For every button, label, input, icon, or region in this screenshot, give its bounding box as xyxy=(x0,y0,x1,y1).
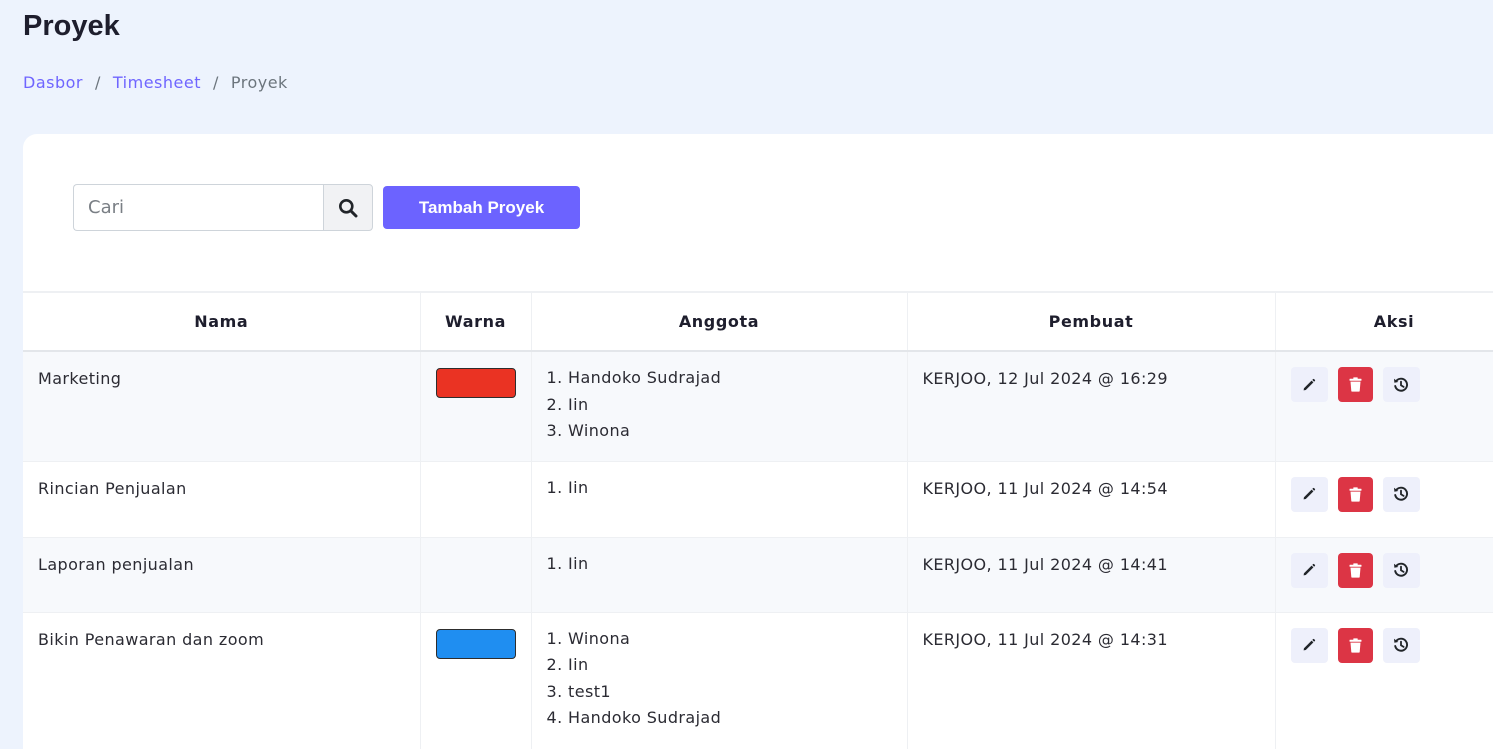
member-item: 2. Iin xyxy=(546,394,589,414)
action-group xyxy=(1290,476,1493,512)
project-members: 1. Iin xyxy=(531,461,908,538)
table-row: Marketing 1. Handoko Sudrajad 2. Iin 3. Win… xyxy=(23,351,1493,462)
project-color-cell xyxy=(420,612,532,749)
project-name: Rincian Penjualan xyxy=(23,461,421,538)
member-list: 1. Iin xyxy=(547,475,892,502)
project-actions xyxy=(1275,461,1493,538)
member-list: 1. Handoko Sudrajad 2. Iin 3. Winona xyxy=(547,365,892,445)
breadcrumb-separator: / xyxy=(94,73,101,92)
action-group xyxy=(1290,627,1493,663)
breadcrumb-current: Proyek xyxy=(230,73,288,92)
trash-icon xyxy=(1349,377,1361,392)
action-group xyxy=(1290,552,1493,588)
edit-button[interactable] xyxy=(1290,627,1328,663)
delete-button[interactable] xyxy=(1337,367,1373,402)
column-header-nama: Nama xyxy=(23,291,421,352)
member-item: 4. Handoko Sudrajad xyxy=(546,708,722,727)
table-row: Rincian Penjualan 1. Iin KERJOO, 11 Jul 20… xyxy=(23,461,1493,538)
toolbar: Tambah Proyek xyxy=(73,184,580,231)
project-actions xyxy=(1275,537,1493,613)
project-actions xyxy=(1275,612,1493,749)
action-group xyxy=(1290,367,1493,402)
search-input[interactable] xyxy=(73,184,323,231)
project-creator: KERJOO, 12 Jul 2024 @ 16:29 xyxy=(907,351,1276,462)
column-header-anggota: Anggota xyxy=(531,291,908,352)
project-creator: KERJOO, 11 Jul 2024 @ 14:54 xyxy=(907,461,1276,538)
breadcrumb: Dasbor / Timesheet / Proyek xyxy=(23,73,288,92)
pencil-icon xyxy=(1303,487,1316,500)
member-item: 3. test1 xyxy=(546,681,611,701)
trash-icon xyxy=(1349,486,1361,502)
history-icon xyxy=(1394,637,1408,652)
breadcrumb-timesheet[interactable]: Timesheet xyxy=(113,73,201,92)
project-name: Laporan penjualan xyxy=(23,537,421,613)
member-item: 2. Iin xyxy=(546,655,589,674)
trash-icon xyxy=(1349,637,1361,653)
project-color-cell xyxy=(420,461,532,538)
project-name: Bikin Penawaran dan zoom xyxy=(23,612,421,749)
project-color-cell xyxy=(420,351,532,462)
member-item: 1. Iin xyxy=(546,553,589,573)
table-header-row: Nama Warna Anggota Pembuat Aksi xyxy=(23,291,1493,352)
pencil-icon xyxy=(1303,378,1316,390)
project-creator: KERJOO, 11 Jul 2024 @ 14:41 xyxy=(907,537,1276,613)
history-button[interactable] xyxy=(1382,552,1420,588)
table-row: Laporan penjualan 1. Iin KERJOO, 11 Jul 20… xyxy=(23,537,1493,613)
color-swatch xyxy=(435,628,516,659)
pencil-icon xyxy=(1303,638,1316,651)
project-name: Marketing xyxy=(23,351,421,462)
table-row: Bikin Penawaran dan zoom 1. Winona 2. Iin 3… xyxy=(23,612,1493,749)
edit-button[interactable] xyxy=(1290,476,1328,512)
history-icon xyxy=(1394,562,1408,577)
edit-button[interactable] xyxy=(1290,552,1328,588)
search-icon xyxy=(339,198,358,217)
project-card: Tambah Proyek Nama Warna Anggota Pembuat… xyxy=(23,134,1493,749)
search-group xyxy=(73,184,373,231)
column-header-warna: Warna xyxy=(420,291,532,352)
breadcrumb-dasbor[interactable]: Dasbor xyxy=(23,73,83,92)
member-item: 1. Handoko Sudrajad xyxy=(546,368,722,387)
project-color-cell xyxy=(420,537,532,613)
project-members: 1. Handoko Sudrajad 2. Iin 3. Winona xyxy=(531,351,908,462)
column-header-pembuat: Pembuat xyxy=(907,291,1276,352)
delete-button[interactable] xyxy=(1337,627,1373,663)
delete-button[interactable] xyxy=(1337,552,1373,588)
trash-icon xyxy=(1349,562,1361,578)
page-title: Proyek xyxy=(23,10,120,42)
project-actions xyxy=(1275,351,1493,462)
project-table: Nama Warna Anggota Pembuat Aksi Marketin… xyxy=(23,291,1493,749)
project-creator: KERJOO, 11 Jul 2024 @ 14:31 xyxy=(907,612,1276,749)
pencil-icon xyxy=(1303,563,1316,576)
history-icon xyxy=(1394,377,1408,392)
project-members: 1. Iin xyxy=(531,537,908,613)
member-item: 1. Winona xyxy=(546,628,631,648)
project-members: 1. Winona 2. Iin 3. test1 4. Handoko Sudraj… xyxy=(531,612,908,749)
member-item: 1. Iin xyxy=(546,477,589,497)
history-icon xyxy=(1394,486,1408,501)
delete-button[interactable] xyxy=(1337,476,1373,512)
breadcrumb-separator: / xyxy=(212,73,219,92)
column-header-aksi: Aksi xyxy=(1275,291,1493,352)
member-list: 1. Winona 2. Iin 3. test1 4. Handoko Sudraj… xyxy=(547,626,892,732)
add-project-button[interactable]: Tambah Proyek xyxy=(383,186,580,229)
color-swatch xyxy=(435,368,516,398)
member-list: 1. Iin xyxy=(547,551,892,578)
history-button[interactable] xyxy=(1382,476,1420,512)
member-item: 3. Winona xyxy=(546,421,631,440)
search-button[interactable] xyxy=(323,184,373,231)
history-button[interactable] xyxy=(1382,627,1420,663)
edit-button[interactable] xyxy=(1290,367,1328,402)
history-button[interactable] xyxy=(1382,367,1420,402)
